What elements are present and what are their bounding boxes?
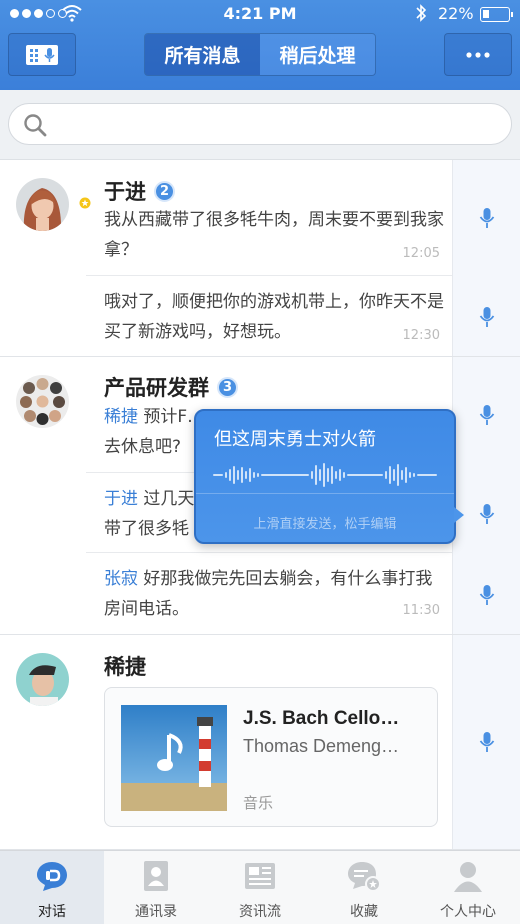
voice-contacts-button[interactable] (8, 33, 76, 76)
tab-favorites[interactable]: 收藏 (312, 851, 416, 924)
album-cover (121, 705, 227, 811)
man-avatar-image (16, 653, 69, 706)
contacts-icon (144, 861, 168, 891)
mic-icon[interactable] (479, 584, 495, 606)
tab-label: 通讯录 (135, 904, 177, 920)
more-dots-icon (466, 51, 490, 58)
conversation-item[interactable]: 稀捷 J.S. Bach Cello… Thomas Demeng… 音乐 (0, 635, 520, 850)
tab-news[interactable]: 资讯流 (208, 851, 312, 924)
song-title: J.S. Bach Cello… (243, 708, 400, 729)
voice-reply-column (452, 635, 520, 849)
voice-hint: 上滑直接发送，松手编辑 (253, 517, 397, 532)
news-icon (245, 863, 275, 889)
mic-icon[interactable] (479, 404, 495, 426)
audio-waveform-icon (213, 463, 437, 487)
avatar[interactable] (16, 653, 69, 706)
tab-contacts[interactable]: 通讯录 (104, 851, 208, 924)
search-area (0, 90, 520, 160)
voice-input-popup[interactable]: 但这周末勇士对火箭 上滑直接发送，松手编辑 (194, 409, 464, 544)
conversation-item[interactable]: 于进 2 我从西藏带了很多牦牛肉，周末要不要到我家拿？ 12:05 哦对了，顺便… (0, 160, 520, 357)
tab-later[interactable]: 稍后处理 (260, 34, 375, 75)
more-button[interactable] (444, 33, 512, 76)
music-card[interactable]: J.S. Bach Cello… Thomas Demeng… 音乐 (104, 687, 438, 827)
message-text: 张寂 好那我做完先回去躺会，有什么事打我房间电话。 (104, 569, 433, 619)
sender-name[interactable]: 稀捷 (104, 407, 138, 427)
status-bar: 4:21 PM 22% (0, 0, 520, 28)
message-time: 12:05 (402, 246, 440, 261)
group-avatar-image (16, 375, 69, 428)
search-bar[interactable] (8, 103, 512, 145)
mic-icon[interactable] (479, 731, 495, 753)
profile-icon (454, 862, 482, 892)
bottom-tab-bar: 对话 通讯录 资讯流 收藏 个人中心 (0, 850, 520, 924)
search-icon (24, 114, 47, 137)
card-category: 音乐 (243, 794, 274, 812)
mic-icon[interactable] (479, 306, 495, 328)
tab-label: 资讯流 (239, 904, 281, 920)
tab-chat[interactable]: 对话 (0, 851, 104, 924)
contact-name: 于进 (104, 180, 146, 204)
chat-icon (37, 862, 67, 891)
contact-name: 稀捷 (104, 655, 146, 679)
group-name: 产品研发群 (104, 376, 209, 400)
voice-reply-column (452, 160, 520, 356)
battery-icon (480, 7, 513, 22)
voice-transcript: 但这周末勇士对火箭 (214, 429, 376, 450)
tab-label: 收藏 (350, 904, 378, 920)
woman-avatar-image (16, 178, 69, 231)
voice-card-icon (26, 44, 58, 65)
avatar[interactable] (16, 178, 69, 231)
unread-badge: 3 (217, 376, 238, 398)
tab-label: 个人中心 (440, 904, 496, 920)
mic-icon[interactable] (479, 503, 495, 525)
search-input[interactable] (59, 110, 499, 140)
bluetooth-icon (416, 4, 427, 22)
voice-reply-column (452, 357, 520, 634)
top-header: 4:21 PM 22% 所有消息 稍后处理 (0, 0, 520, 90)
message-time: 11:30 (402, 603, 440, 618)
message-text: 我从西藏带了很多牦牛肉，周末要不要到我家拿？ (104, 210, 444, 260)
artist-name: Thomas Demeng… (243, 736, 400, 756)
star-badge-icon (79, 197, 91, 209)
message-filter-tabs: 所有消息 稍后处理 (144, 33, 376, 76)
music-note-icon (157, 733, 183, 771)
unread-badge: 2 (154, 180, 175, 202)
battery-percent: 22% (438, 4, 474, 23)
tab-all-messages[interactable]: 所有消息 (145, 34, 260, 75)
favorites-icon (348, 862, 381, 892)
message-time: 12:30 (402, 328, 440, 343)
mic-icon[interactable] (479, 207, 495, 229)
tab-profile[interactable]: 个人中心 (416, 851, 520, 924)
tab-label: 对话 (38, 904, 66, 920)
sender-name[interactable]: 于进 (104, 489, 138, 509)
group-avatar[interactable] (16, 375, 69, 428)
sender-name[interactable]: 张寂 (104, 569, 138, 589)
message-text: 哦对了，顺便把你的游戏机带上，你昨天不是买了新游戏吗，好想玩。 (104, 292, 444, 342)
